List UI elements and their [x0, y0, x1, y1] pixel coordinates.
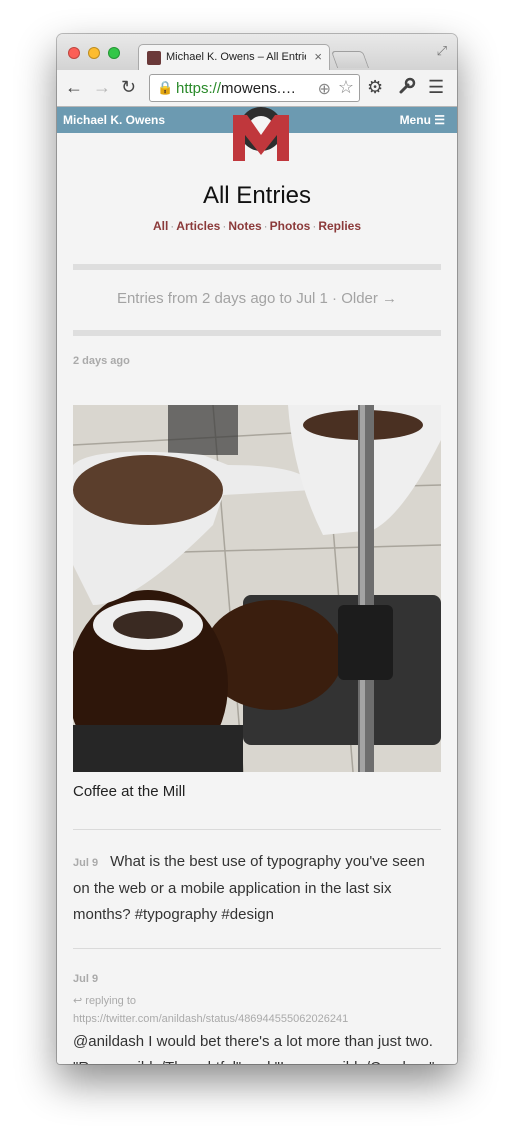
- url-text: https://mowens.…: [176, 80, 297, 97]
- filter-notes-link[interactable]: Notes: [228, 219, 261, 233]
- photo-entry-date[interactable]: 2 days ago: [73, 355, 130, 367]
- reply-arrow-icon: ↩: [73, 995, 83, 1007]
- browser-window: Michael K. Owens – All Entries × ⤢ ← → ↻…: [57, 34, 457, 1064]
- fullscreen-icon[interactable]: ⤢: [437, 43, 447, 59]
- entry-type-filters: All · Articles · Notes · Photos · Replies: [152, 219, 362, 233]
- note-text: What is the best use of typography you'v…: [73, 853, 425, 923]
- photo-caption: Coffee at the Mill: [73, 783, 186, 800]
- tab-close-button[interactable]: ×: [314, 49, 322, 64]
- back-icon[interactable]: ←: [65, 77, 83, 97]
- pagination-text[interactable]: Entries from 2 days ago to Jul 1 · Older…: [57, 290, 457, 307]
- filter-replies-link[interactable]: Replies: [318, 219, 361, 233]
- note-entry: Jul 9 What is the best use of typography …: [73, 849, 441, 928]
- site-menu-button[interactable]: Menu ☰: [400, 113, 445, 127]
- entry-divider: [73, 948, 441, 949]
- reply-text: @anildash I would bet there's a lot more…: [73, 1033, 435, 1064]
- page-title: All Entries: [202, 182, 312, 209]
- bookmark-star-icon[interactable]: ☆: [338, 77, 354, 98]
- reload-icon[interactable]: ↻: [121, 77, 136, 97]
- entry-photo[interactable]: [73, 405, 441, 772]
- section-rule-top: [73, 264, 441, 270]
- wrench-icon[interactable]: [398, 77, 416, 99]
- entry-divider: [73, 829, 441, 830]
- close-window-button[interactable]: [68, 47, 80, 59]
- section-rule-bottom: [73, 330, 441, 336]
- address-bar[interactable]: 🔒 https://mowens.… ⊕ ☆: [149, 74, 360, 102]
- reply-entry-date[interactable]: Jul 9: [73, 973, 98, 985]
- page-viewport: Michael K. Owens Menu ☰ All Entries All ·…: [57, 107, 457, 1064]
- filter-photos-link[interactable]: Photos: [270, 219, 311, 233]
- lock-icon: 🔒: [157, 80, 174, 95]
- new-tab-button[interactable]: [330, 51, 370, 68]
- location-target-icon[interactable]: ⊕: [318, 79, 331, 99]
- filter-all-link[interactable]: All: [153, 219, 168, 233]
- site-name-link[interactable]: Michael K. Owens: [63, 113, 165, 127]
- minimize-window-button[interactable]: [88, 47, 100, 59]
- reply-url-link[interactable]: https://twitter.com/anildash/status/4869…: [73, 1013, 348, 1025]
- filter-articles-link[interactable]: Articles: [176, 219, 220, 233]
- browser-toolbar: ← → ↻ 🔒 https://mowens.… ⊕ ☆ ⚙ ☰: [57, 70, 457, 107]
- reply-label: ↩ replying to: [73, 995, 137, 1007]
- gear-icon[interactable]: ⚙: [367, 77, 383, 97]
- zoom-window-button[interactable]: [108, 47, 120, 59]
- site-logo[interactable]: [233, 107, 289, 161]
- hamburger-menu-icon[interactable]: ☰: [428, 77, 444, 97]
- favicon-icon: [147, 51, 161, 65]
- browser-tab[interactable]: Michael K. Owens – All Entries ×: [138, 44, 330, 71]
- tab-title: Michael K. Owens – All Entries: [166, 51, 306, 63]
- note-entry-date[interactable]: Jul 9: [73, 857, 98, 869]
- tab-strip: Michael K. Owens – All Entries × ⤢: [57, 34, 457, 71]
- forward-icon[interactable]: →: [93, 77, 111, 97]
